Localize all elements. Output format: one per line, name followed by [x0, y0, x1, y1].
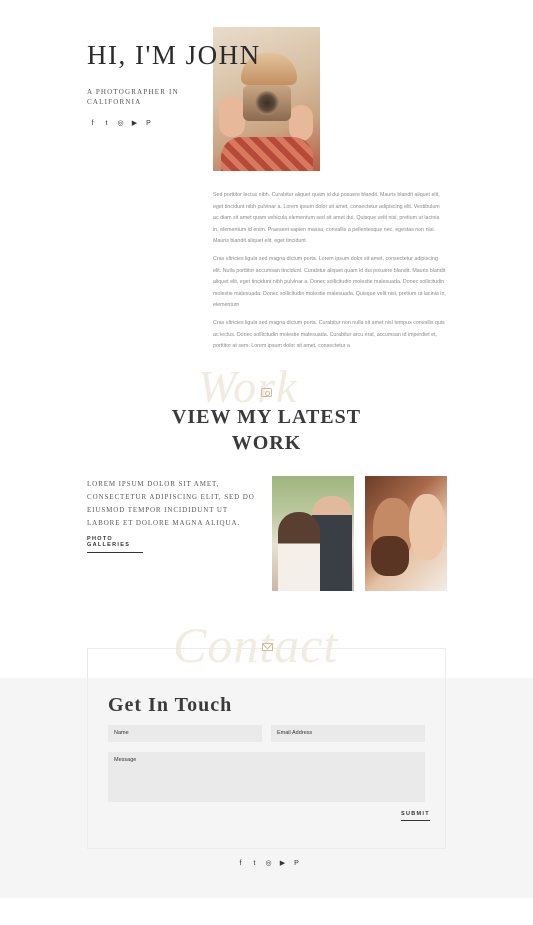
instagram-icon[interactable]: ◎	[265, 860, 272, 867]
name-placeholder: Name	[114, 730, 129, 736]
social-links-top: f t ◎ ▶ P	[89, 120, 152, 127]
youtube-icon[interactable]: ▶	[279, 860, 286, 867]
about-paragraph: Cras ultricies ligula sed magna dictum p…	[213, 256, 446, 309]
hero-subtitle: A PHOTOGRAPHER IN CALIFORNIA	[87, 88, 179, 106]
about-paragraph: Cras ultricies ligula sed magna dictum p…	[213, 320, 445, 350]
photo-hand	[289, 105, 313, 141]
youtube-icon[interactable]: ▶	[131, 120, 138, 127]
hero-title: HI, I'M JOHN	[87, 40, 261, 70]
social-links-footer: f t ◎ ▶ P	[237, 860, 300, 867]
photo-figure	[278, 512, 320, 591]
photo-galleries-link[interactable]: PHOTO GALLERIES	[87, 536, 143, 553]
photo-figure	[371, 536, 409, 576]
photo-shirt	[221, 137, 313, 171]
work-description: LOREM IPSUM DOLOR SIT AMET, CONSECTETUR …	[87, 480, 255, 527]
facebook-icon[interactable]: f	[237, 860, 244, 867]
photo-hand	[219, 97, 245, 137]
name-field[interactable]: Name	[108, 725, 262, 742]
gallery-photo-couple-closeup[interactable]	[365, 476, 447, 591]
pinterest-icon[interactable]: P	[145, 120, 152, 127]
twitter-icon[interactable]: t	[251, 860, 258, 867]
contact-form-frame	[87, 648, 446, 849]
twitter-icon[interactable]: t	[103, 120, 110, 127]
photo-lens	[255, 91, 279, 115]
submit-button[interactable]: SUBMIT	[401, 811, 430, 821]
camera-icon	[261, 388, 272, 397]
mail-icon	[262, 643, 273, 651]
photo-figure	[409, 494, 445, 560]
contact-title: Get In Touch	[108, 694, 233, 716]
pinterest-icon[interactable]: P	[293, 860, 300, 867]
email-placeholder: Email Address	[277, 730, 313, 736]
message-field[interactable]: Message	[108, 752, 425, 802]
email-field[interactable]: Email Address	[271, 725, 425, 742]
about-paragraph: Sed porttitor lectus nibh. Curabitur ali…	[213, 192, 440, 245]
instagram-icon[interactable]: ◎	[117, 120, 124, 127]
facebook-icon[interactable]: f	[89, 120, 96, 127]
gallery-photo-couple-kiss[interactable]	[272, 476, 354, 591]
work-title: VIEW MY LATEST WORK	[171, 406, 362, 454]
message-placeholder: Message	[114, 757, 137, 763]
